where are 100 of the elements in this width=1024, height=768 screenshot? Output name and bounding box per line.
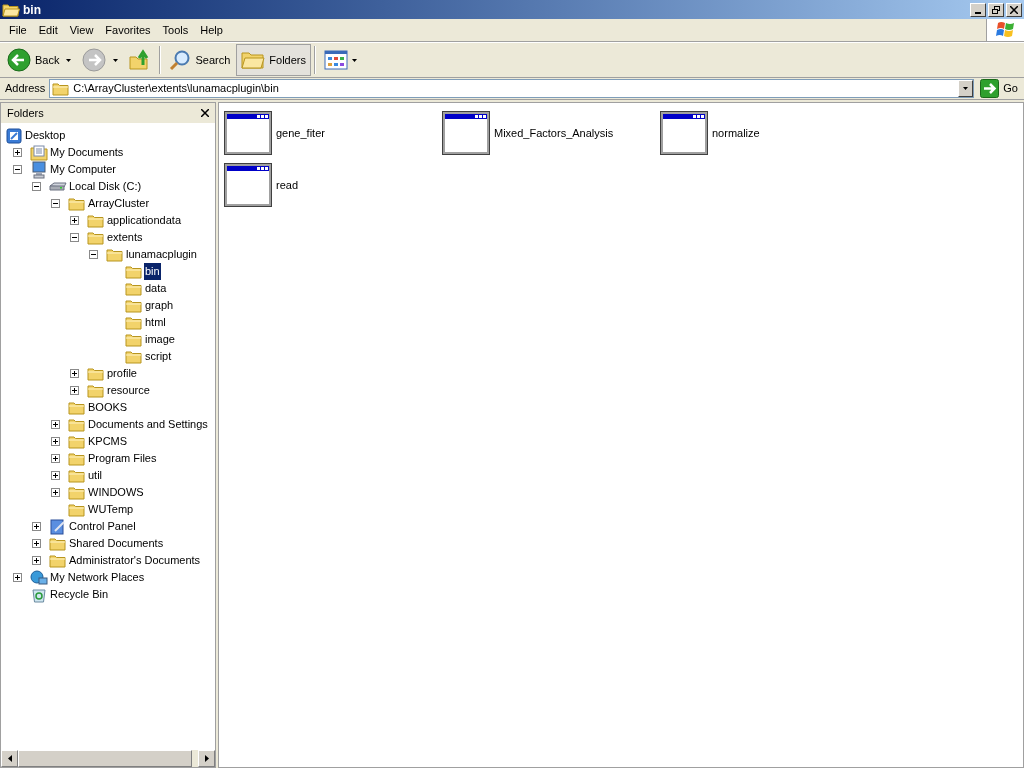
scroll-thumb[interactable] xyxy=(18,750,192,767)
tree-item[interactable]: html xyxy=(144,314,167,331)
folders-button[interactable]: Folders xyxy=(236,44,311,76)
tree-item[interactable]: data xyxy=(144,280,168,297)
folder-icon xyxy=(68,434,86,449)
folder-icon xyxy=(241,50,266,70)
tree-item[interactable]: script xyxy=(144,348,173,365)
expand-icon[interactable] xyxy=(51,454,60,463)
collapse-icon[interactable] xyxy=(51,199,60,208)
expand-icon[interactable] xyxy=(13,573,22,582)
expand-icon[interactable] xyxy=(32,556,41,565)
expand-icon[interactable] xyxy=(70,386,79,395)
tree-item[interactable]: Local Disk (C:) xyxy=(68,178,143,195)
file-name[interactable]: Mixed_Factors_Analysis xyxy=(494,124,614,142)
expand-icon[interactable] xyxy=(51,437,60,446)
tree-item[interactable]: util xyxy=(87,467,104,484)
caret-icon xyxy=(113,58,119,62)
menu-item[interactable]: Edit xyxy=(32,21,64,39)
tree-item[interactable]: WINDOWS xyxy=(87,484,145,501)
tree-item[interactable]: Documents and Settings xyxy=(87,416,209,433)
tree-item[interactable]: Program Files xyxy=(87,450,158,467)
file-name[interactable]: normalize xyxy=(712,124,760,142)
computer-icon xyxy=(31,160,47,179)
minimize-button[interactable] xyxy=(970,2,986,17)
network-icon xyxy=(30,569,48,586)
minimize-icon xyxy=(975,11,981,14)
dropdown-button[interactable] xyxy=(958,80,974,97)
folder-icon xyxy=(68,196,86,211)
folder-icon xyxy=(68,451,86,466)
folder-icon xyxy=(68,417,86,432)
expand-icon[interactable] xyxy=(70,216,79,225)
expand-icon[interactable] xyxy=(32,539,41,548)
menu-item[interactable]: View xyxy=(63,21,100,39)
tree-item[interactable]: Control Panel xyxy=(68,518,137,535)
expand-icon[interactable] xyxy=(32,522,41,531)
menu-item[interactable]: Help xyxy=(194,21,229,39)
tree-item[interactable]: graph xyxy=(144,297,175,314)
restore-icon xyxy=(992,5,1000,14)
collapse-icon[interactable] xyxy=(13,165,22,174)
horizontal-scrollbar[interactable] xyxy=(1,750,215,767)
menu-item[interactable]: File xyxy=(3,21,33,39)
window-title: bin xyxy=(23,1,41,19)
tree-item[interactable]: profile xyxy=(106,365,138,382)
address-field[interactable]: C:\ArrayCluster\extents\lunamacplugin\bin xyxy=(49,79,975,98)
menu-item[interactable]: Tools xyxy=(156,21,195,39)
collapse-icon[interactable] xyxy=(70,233,79,242)
scroll-right-button[interactable] xyxy=(198,750,215,767)
close-icon xyxy=(1010,5,1018,14)
tree-item[interactable]: Shared Documents xyxy=(68,535,165,552)
documents-icon xyxy=(30,144,48,161)
scroll-left-button[interactable] xyxy=(1,750,18,767)
expand-icon[interactable] xyxy=(51,420,60,429)
collapse-icon[interactable] xyxy=(89,250,98,259)
file-name[interactable]: read xyxy=(276,176,299,194)
go-button[interactable]: Go xyxy=(978,79,1020,98)
tree-item[interactable]: lunamacplugin xyxy=(125,246,198,263)
restore-button[interactable] xyxy=(988,2,1004,17)
expand-icon[interactable] xyxy=(51,471,60,480)
folder-icon xyxy=(87,383,105,398)
search-icon xyxy=(169,49,192,71)
tree-item[interactable]: extents xyxy=(106,229,144,246)
folder-icon xyxy=(125,315,143,330)
folder-icon xyxy=(125,298,143,313)
tree-item[interactable]: BOOKS xyxy=(87,399,129,416)
caret-icon xyxy=(66,58,72,62)
close-icon[interactable] xyxy=(201,109,209,117)
tree-item[interactable]: ArrayCluster xyxy=(87,195,151,212)
control-panel-icon xyxy=(50,518,66,535)
tree-item[interactable]: image xyxy=(144,331,176,348)
tree-item[interactable]: WUTemp xyxy=(87,501,135,518)
views-icon xyxy=(324,50,348,70)
tree-item[interactable]: bin xyxy=(144,263,161,280)
tree-item[interactable]: My Network Places xyxy=(49,569,146,586)
folder-icon xyxy=(52,81,71,96)
tree-item[interactable]: applicationdata xyxy=(106,212,182,229)
recycle-bin-icon xyxy=(31,586,47,603)
folder-icon xyxy=(49,553,67,568)
expand-icon[interactable] xyxy=(13,148,22,157)
file-name[interactable]: gene_fiter xyxy=(276,124,325,142)
expand-icon[interactable] xyxy=(51,488,60,497)
tree-item[interactable]: My Documents xyxy=(49,144,125,161)
folder-icon xyxy=(87,366,105,381)
caret-icon xyxy=(963,87,969,90)
tree-item[interactable]: Recycle Bin xyxy=(49,586,110,603)
menu-item[interactable]: Favorites xyxy=(99,21,157,39)
expand-icon[interactable] xyxy=(70,369,79,378)
tree-item[interactable]: Administrator's Documents xyxy=(68,552,202,569)
search-button[interactable]: Search xyxy=(164,44,236,76)
tree-item[interactable]: KPCMS xyxy=(87,433,129,450)
desktop-icon xyxy=(6,127,22,144)
left-arrow-icon xyxy=(7,755,12,762)
tree-item[interactable]: My Computer xyxy=(49,161,118,178)
tree-item[interactable]: Desktop xyxy=(24,127,67,144)
folder-icon xyxy=(68,502,86,517)
back-button[interactable]: Back xyxy=(2,44,77,76)
program-window-icon xyxy=(224,111,272,155)
close-button[interactable] xyxy=(1006,2,1022,17)
tree-item[interactable]: resource xyxy=(106,382,151,399)
collapse-icon[interactable] xyxy=(32,182,41,191)
address-label: Address xyxy=(5,81,46,97)
